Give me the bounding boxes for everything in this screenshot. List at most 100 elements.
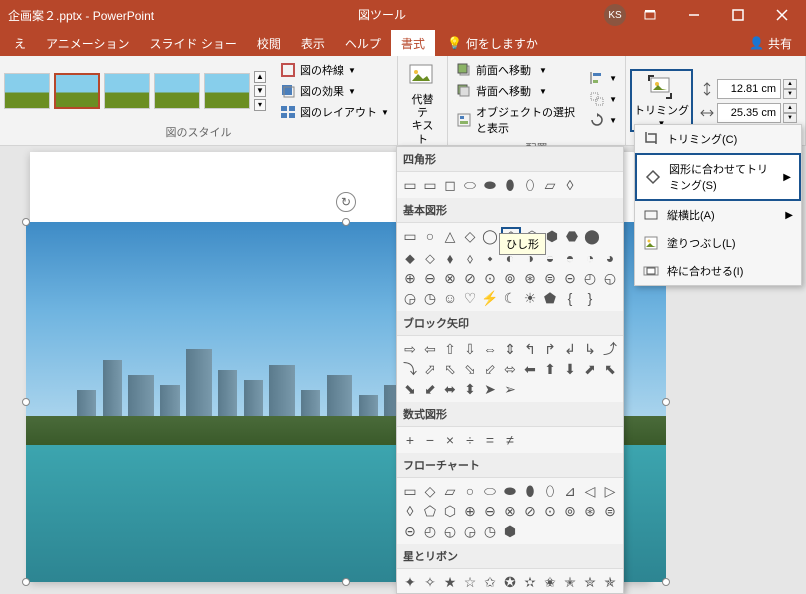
shape-item[interactable]: ✬: [541, 573, 559, 591]
shape-item[interactable]: ⇧: [441, 340, 459, 358]
picture-border-button[interactable]: 図の枠線 ▼: [276, 60, 393, 80]
shape-item[interactable]: ⊘: [521, 502, 539, 520]
tab-item-2[interactable]: スライド ショー: [140, 30, 247, 56]
handle-s[interactable]: [342, 578, 350, 586]
align-button[interactable]: ▼: [585, 68, 621, 88]
tab-item-4[interactable]: 表示: [291, 30, 335, 56]
shape-item[interactable]: −: [421, 431, 439, 449]
shape-item[interactable]: ○: [421, 227, 439, 245]
handle-e[interactable]: [662, 398, 670, 406]
shape-item[interactable]: ⬉: [601, 360, 619, 378]
shape-item[interactable]: ♡: [461, 289, 479, 307]
tab-item-0[interactable]: え: [4, 30, 36, 56]
styles-scroll-down[interactable]: ▼: [254, 85, 266, 97]
shape-item[interactable]: ⬁: [441, 360, 459, 378]
shape-item[interactable]: ✦: [401, 573, 419, 591]
shape-item[interactable]: ✫: [521, 573, 539, 591]
shape-item[interactable]: ⊜: [541, 269, 559, 287]
shape-item[interactable]: ▱: [441, 482, 459, 500]
shape-item[interactable]: ⊘: [461, 269, 479, 287]
shape-item[interactable]: ➢: [501, 380, 519, 398]
shape-item[interactable]: ⊖: [481, 502, 499, 520]
shape-item[interactable]: ⬟: [541, 289, 559, 307]
shape-item[interactable]: ↰: [521, 340, 539, 358]
shape-item[interactable]: ↳: [581, 340, 599, 358]
shape-item[interactable]: ÷: [461, 431, 479, 449]
shape-item[interactable]: ⇔: [481, 340, 499, 358]
shape-item[interactable]: ⬥: [401, 249, 419, 267]
shape-item[interactable]: ⤴: [601, 340, 619, 358]
bring-forward-button[interactable]: 前面へ移動 ▼: [452, 60, 581, 80]
alt-text-button[interactable]: 代替テ キスト: [399, 60, 447, 149]
crop-menu-item-3[interactable]: 塗りつぶし(L): [635, 229, 801, 257]
shape-item[interactable]: ◴: [581, 269, 599, 287]
shape-item[interactable]: ◵: [601, 269, 619, 287]
shape-item[interactable]: ⊿: [561, 482, 579, 500]
shape-item[interactable]: ◇: [421, 482, 439, 500]
shape-item[interactable]: ⬯: [521, 176, 539, 194]
shape-item[interactable]: +: [401, 431, 419, 449]
shape-item[interactable]: ↲: [561, 340, 579, 358]
shape-item[interactable]: ⤵: [401, 360, 419, 378]
shape-item[interactable]: ☀: [521, 289, 539, 307]
shape-item[interactable]: ⊗: [501, 502, 519, 520]
shape-item[interactable]: ◊: [401, 502, 419, 520]
crop-menu-item-4[interactable]: 枠に合わせる(I): [635, 257, 801, 285]
shape-item[interactable]: ◷: [481, 522, 499, 540]
shape-item[interactable]: ⬋: [421, 380, 439, 398]
crop-menu-item-0[interactable]: トリミング(C): [635, 125, 801, 153]
shape-item[interactable]: ⇦: [421, 340, 439, 358]
height-input[interactable]: [717, 79, 781, 99]
shape-item[interactable]: ⬆: [541, 360, 559, 378]
shape-item[interactable]: }: [581, 289, 599, 307]
shape-item[interactable]: ▱: [541, 176, 559, 194]
shape-item[interactable]: ⬅: [521, 360, 539, 378]
shape-item[interactable]: ◻: [441, 176, 459, 194]
shape-item[interactable]: =: [481, 431, 499, 449]
shape-item[interactable]: ⬨: [461, 249, 479, 267]
shape-item[interactable]: ★: [441, 573, 459, 591]
shape-item[interactable]: ⊚: [501, 269, 519, 287]
shape-item[interactable]: ◷: [421, 289, 439, 307]
picture-style-1[interactable]: [4, 73, 50, 109]
shape-item[interactable]: ▭: [401, 482, 419, 500]
shape-item[interactable]: ⬠: [421, 502, 439, 520]
close-button[interactable]: [762, 0, 802, 30]
shape-item[interactable]: ▭: [421, 176, 439, 194]
group-button[interactable]: ▼: [585, 89, 621, 109]
styles-scroll-up[interactable]: ▲: [254, 71, 266, 83]
shape-item[interactable]: ◁: [581, 482, 599, 500]
shape-item[interactable]: ✧: [421, 573, 439, 591]
shape-item[interactable]: ⊕: [401, 269, 419, 287]
shape-item[interactable]: ⬣: [563, 227, 581, 245]
crop-button[interactable]: トリミング ▼: [630, 69, 693, 131]
shape-item[interactable]: ⬭: [481, 482, 499, 500]
shape-item[interactable]: ✯: [601, 573, 619, 591]
shape-item[interactable]: △: [441, 227, 459, 245]
shape-item[interactable]: ✪: [501, 573, 519, 591]
maximize-button[interactable]: [718, 0, 758, 30]
shape-item[interactable]: ⬤: [583, 227, 601, 245]
styles-more[interactable]: ▾: [254, 99, 266, 111]
send-backward-button[interactable]: 背面へ移動 ▼: [452, 81, 581, 101]
shape-item[interactable]: ◔: [581, 249, 599, 267]
shape-item[interactable]: ◓: [561, 249, 579, 267]
picture-style-4[interactable]: [154, 73, 200, 109]
shape-item[interactable]: ⊛: [581, 502, 599, 520]
shape-item[interactable]: ◶: [461, 522, 479, 540]
share-button[interactable]: 👤 共有: [735, 30, 806, 56]
shape-item[interactable]: ◇: [461, 227, 479, 245]
shape-item[interactable]: ⬊: [401, 380, 419, 398]
shape-item[interactable]: {: [561, 289, 579, 307]
shape-item[interactable]: ◶: [401, 289, 419, 307]
picture-layout-button[interactable]: 図のレイアウト ▼: [276, 102, 393, 122]
shape-item[interactable]: ⬍: [461, 380, 479, 398]
tab-item-6[interactable]: 書式: [391, 30, 435, 56]
shape-item[interactable]: ✭: [561, 573, 579, 591]
shape-item[interactable]: ✮: [581, 573, 599, 591]
shape-item[interactable]: ⬦: [421, 249, 439, 267]
selection-pane-button[interactable]: オブジェクトの選択と表示: [452, 102, 581, 138]
shape-item[interactable]: ◕: [601, 249, 619, 267]
shape-item[interactable]: ◊: [561, 176, 579, 194]
handle-w[interactable]: [22, 398, 30, 406]
